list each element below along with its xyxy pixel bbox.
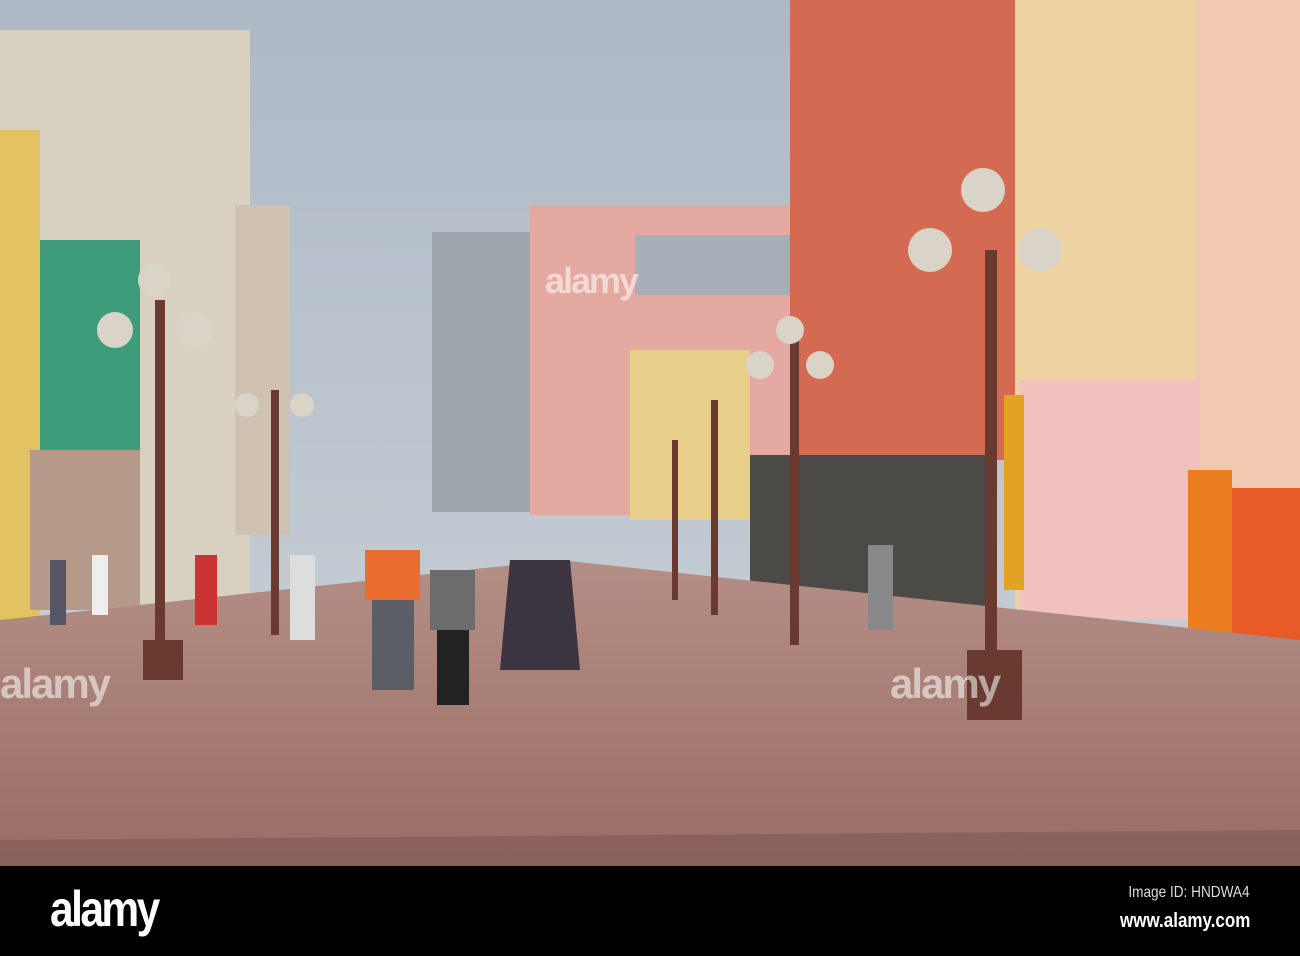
left-buildings [0, 30, 290, 620]
street-photo [0, 0, 1300, 866]
watermark: alamy [890, 660, 1001, 707]
image-id: Image ID: HNDWA4 [1128, 884, 1250, 901]
photo-stage: alamy alamy alamy alamy Image ID: HNDWA4… [0, 0, 1300, 956]
watermark: alamy [545, 260, 639, 301]
site-url: www.alamy.com [1119, 910, 1250, 932]
footer-bar: alamy Image ID: HNDWA4 www.alamy.com [0, 866, 1300, 956]
watermark: alamy [0, 660, 111, 707]
right-buildings [750, 0, 1300, 658]
alamy-logo: alamy [50, 881, 160, 937]
